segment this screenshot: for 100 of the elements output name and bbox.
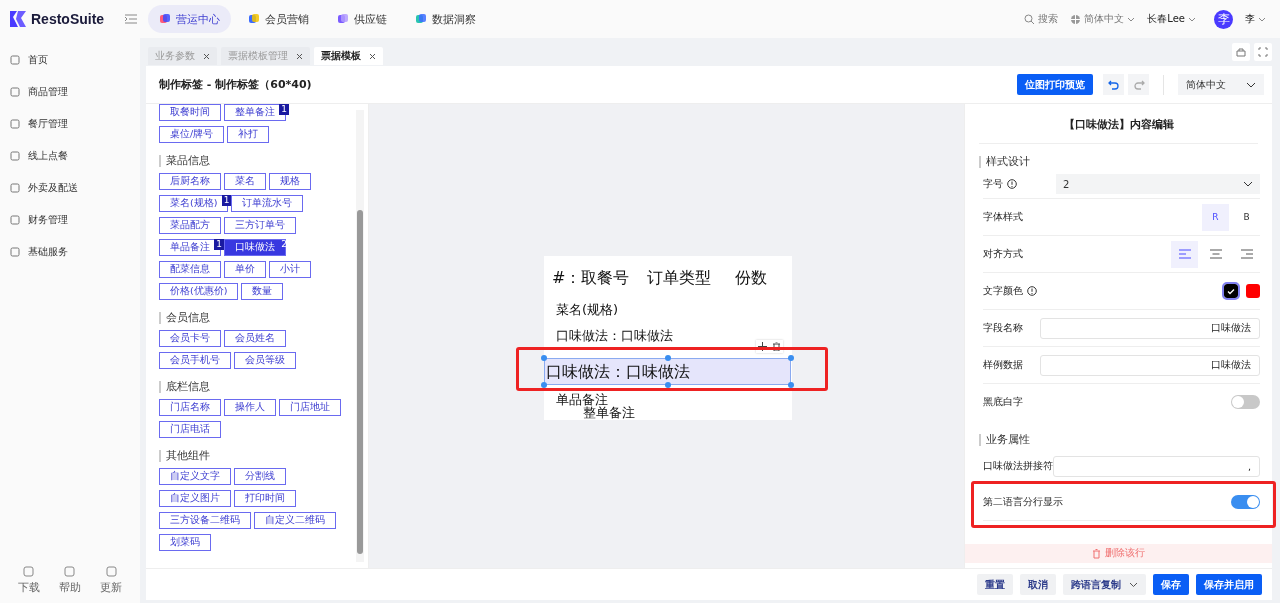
resize-handle[interactable] bbox=[788, 355, 794, 361]
field-chip[interactable]: 操作人 bbox=[224, 399, 276, 416]
color-swatch[interactable] bbox=[1224, 284, 1238, 298]
language-select[interactable]: 简体中文 bbox=[1178, 74, 1264, 95]
sample-data-input[interactable]: 口味做法 bbox=[1040, 354, 1260, 376]
selected-label-field[interactable]: 口味做法：口味做法 bbox=[544, 358, 791, 385]
field-chip[interactable]: 会员姓名 bbox=[224, 330, 286, 347]
footer-button[interactable]: 保存 bbox=[1153, 574, 1189, 595]
home-icon[interactable] bbox=[1232, 42, 1250, 61]
sidebar-footer-link[interactable]: 帮助 bbox=[59, 566, 81, 595]
sidebar-item[interactable]: 外卖及配送 bbox=[0, 172, 140, 204]
field-chip[interactable]: 自定义文字 bbox=[159, 468, 231, 485]
chevron-down-icon bbox=[1258, 16, 1266, 22]
close-icon[interactable] bbox=[369, 52, 376, 60]
module-icon bbox=[159, 13, 171, 25]
field-chip[interactable]: 整单备注 1 bbox=[224, 104, 286, 121]
sidebar-footer-link[interactable]: 更新 bbox=[100, 566, 123, 595]
sidebar-item[interactable]: 首页 bbox=[0, 44, 140, 76]
top-nav-tab[interactable]: 会员营销 bbox=[237, 5, 320, 33]
sidebar-item[interactable]: 线上点餐 bbox=[0, 140, 140, 172]
sidebar-item[interactable]: 餐厅管理 bbox=[0, 108, 140, 140]
top-nav-tab[interactable]: 供应链 bbox=[326, 5, 398, 33]
sidebar-item[interactable]: 商品管理 bbox=[0, 76, 140, 108]
collapse-menu-icon[interactable] bbox=[125, 14, 137, 24]
field-chip[interactable]: 会员卡号 bbox=[159, 330, 221, 347]
search-link[interactable]: 搜索 bbox=[1024, 12, 1059, 26]
label-field[interactable]: 单品备注 bbox=[556, 393, 608, 407]
footer-button[interactable]: 取消 bbox=[1020, 574, 1056, 595]
field-chip[interactable]: 门店地址 bbox=[279, 399, 341, 416]
move-icon[interactable] bbox=[758, 342, 767, 351]
field-chip[interactable]: 补打 bbox=[227, 126, 270, 143]
color-swatch[interactable] bbox=[1246, 284, 1260, 298]
align-left-icon[interactable] bbox=[1171, 240, 1198, 268]
joiner-input[interactable]: , bbox=[1052, 455, 1260, 477]
close-icon[interactable] bbox=[203, 52, 210, 60]
field-chip[interactable]: 菜名 bbox=[224, 173, 266, 190]
field-chip[interactable]: 自定义图片 bbox=[159, 490, 231, 507]
account-menu[interactable]: 李 bbox=[1245, 12, 1266, 26]
page-tab[interactable]: 票据模板 bbox=[314, 47, 383, 65]
chevron-down-icon bbox=[1188, 16, 1196, 22]
field-chip[interactable]: 会员手机号 bbox=[159, 352, 231, 369]
toggle-switch[interactable] bbox=[1231, 395, 1260, 409]
resize-handle[interactable] bbox=[788, 382, 794, 388]
redo-icon[interactable] bbox=[1128, 74, 1149, 95]
field-chip[interactable]: 价格(优惠价) bbox=[159, 283, 239, 300]
user-avatar[interactable]: 李 bbox=[1214, 9, 1233, 29]
field-chip[interactable]: 划菜码 bbox=[159, 534, 211, 551]
trash-icon[interactable] bbox=[772, 342, 781, 351]
user-menu[interactable]: 长春Lee bbox=[1147, 12, 1196, 26]
label-field[interactable]: 份数 bbox=[735, 268, 768, 289]
field-chip[interactable]: 菜品配方 bbox=[159, 217, 221, 234]
field-chip[interactable]: 数量 bbox=[241, 283, 284, 300]
label-field[interactable]: 口味做法：口味做法 bbox=[556, 327, 673, 345]
field-chip[interactable]: 订单流水号 bbox=[231, 195, 304, 212]
field-chip[interactable]: 单价 bbox=[224, 261, 266, 278]
field-name-input[interactable]: 口味做法 bbox=[1040, 317, 1260, 339]
field-chip[interactable]: 取餐时间 bbox=[159, 104, 221, 121]
field-chip[interactable]: 后厨名称 bbox=[159, 173, 221, 190]
editor-title: 【口味做法】内容编辑 bbox=[979, 104, 1258, 144]
field-chip[interactable]: 口味做法 2 bbox=[224, 239, 286, 256]
label-field[interactable]: 整单备注 bbox=[583, 406, 635, 420]
close-icon[interactable] bbox=[296, 52, 303, 60]
resize-handle[interactable] bbox=[665, 355, 671, 361]
field-chip[interactable]: 门店名称 bbox=[159, 399, 221, 416]
label-field[interactable]: #：取餐号 bbox=[552, 268, 630, 289]
field-chip[interactable]: 规格 bbox=[269, 173, 311, 190]
label-field[interactable]: 菜名(规格) bbox=[556, 301, 619, 319]
field-chip[interactable]: 三方设备二维码 bbox=[159, 512, 251, 529]
font-size-select[interactable]: 2 bbox=[1056, 174, 1260, 194]
field-chip[interactable]: 打印时间 bbox=[234, 490, 296, 507]
field-chip[interactable]: 会员等级 bbox=[234, 352, 296, 369]
field-chip[interactable]: 菜名(规格) 1 bbox=[159, 195, 229, 212]
sidebar-footer-link[interactable]: 下载 bbox=[17, 566, 40, 595]
resize-handle[interactable] bbox=[541, 355, 547, 361]
field-chip[interactable]: 小计 bbox=[269, 261, 311, 278]
language-menu[interactable]: 简体中文 bbox=[1070, 12, 1136, 26]
font-style-option[interactable]: R bbox=[1202, 203, 1229, 231]
field-chip[interactable]: 三方订单号 bbox=[224, 217, 296, 234]
footer-button[interactable]: 跨语言复制 bbox=[1063, 574, 1146, 595]
footer-button[interactable]: 保存并启用 bbox=[1196, 574, 1262, 595]
label-field[interactable]: 订单类型 bbox=[647, 268, 712, 289]
field-chip[interactable]: 桌位/牌号 bbox=[159, 126, 225, 143]
field-chip[interactable]: 自定义二维码 bbox=[254, 512, 336, 529]
sidebar-item[interactable]: 财务管理 bbox=[0, 204, 140, 236]
field-chip[interactable]: 分割线 bbox=[234, 468, 286, 485]
resize-handle[interactable] bbox=[541, 382, 547, 388]
fullscreen-icon[interactable] bbox=[1254, 42, 1272, 61]
font-style-option[interactable]: B bbox=[1233, 203, 1260, 231]
undo-icon[interactable] bbox=[1103, 74, 1124, 95]
field-chip[interactable]: 配菜信息 bbox=[159, 261, 221, 278]
top-nav-tab[interactable]: 数据洞察 bbox=[404, 5, 487, 33]
footer-button[interactable]: 重置 bbox=[977, 574, 1013, 595]
resize-handle[interactable] bbox=[665, 382, 671, 388]
print-preview-button[interactable]: 位图打印预览 bbox=[1017, 74, 1093, 95]
toggle-switch[interactable] bbox=[1231, 495, 1260, 509]
sidebar-item[interactable]: 基础服务 bbox=[0, 236, 140, 268]
scrollbar[interactable] bbox=[356, 110, 364, 562]
top-nav-tab[interactable]: 营运中心 bbox=[148, 5, 231, 33]
field-chip[interactable]: 单品备注 1 bbox=[159, 239, 221, 256]
field-chip[interactable]: 门店电话 bbox=[159, 421, 221, 438]
